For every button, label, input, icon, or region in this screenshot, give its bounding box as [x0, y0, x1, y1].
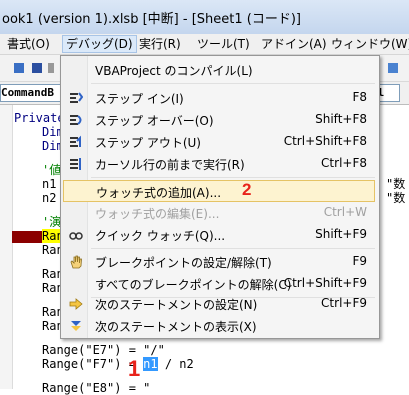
menu-item-label: VBAProject のコンパイル(L) — [95, 64, 253, 78]
step-out-icon — [69, 135, 83, 149]
menu-item-compile[interactable]: VBAProject のコンパイル(L) — [63, 59, 375, 81]
menu-item-label: ステップ イン(I) — [95, 92, 184, 106]
menu-item-add-watch[interactable]: ウォッチ式の追加(A)... 2 — [63, 180, 375, 202]
code-line: Range("F7") = n1 / n2 — [42, 357, 194, 371]
step-over-icon — [69, 113, 83, 127]
menu-item-label: クイック ウォッチ(Q)... — [95, 229, 226, 243]
hand-icon — [69, 255, 83, 269]
menu-item-label: 次のステートメントの表示(X) — [95, 320, 257, 334]
code-line: Range("E7") = "/" — [42, 343, 165, 357]
menu-item-show-next-statement[interactable]: 次のステートメントの表示(X) — [63, 315, 375, 337]
menu-item-label: ステップ オーバー(O) — [95, 114, 214, 128]
menu-format[interactable]: 書式(O) — [4, 36, 53, 52]
menu-item-step-over[interactable]: ステップ オーバー(O) Shift+F8 — [63, 109, 375, 131]
show-next-icon — [69, 319, 83, 333]
save-icon[interactable] — [14, 63, 24, 73]
code-line: Range("E8") = " — [42, 381, 151, 395]
margin-indicator-bar[interactable] — [0, 105, 13, 389]
menu-item-shortcut: Shift+F8 — [315, 112, 367, 126]
menu-item-toggle-breakpoint[interactable]: ブレークポイントの設定/解除(T) F9 — [63, 251, 375, 273]
code-line: Private — [14, 111, 65, 125]
menu-item-shortcut: Shift+F9 — [315, 227, 367, 241]
code-line: n1 — [42, 177, 57, 191]
code-line-tail: "数 — [386, 191, 406, 205]
step-into-icon — [69, 91, 84, 105]
window-title: ook1 (version 1).xlsb [中断] - [Sheet1 (コー… — [2, 12, 301, 27]
code-line: '値 — [42, 163, 62, 177]
menu-item-run-to-cursor[interactable]: カーソル行の前まで実行(R) Ctrl+F8 — [63, 153, 375, 175]
menu-item-shortcut: Ctrl+Shift+F9 — [283, 276, 367, 290]
menu-bar: 書式(O) デバッグ(D) 実行(R) ツール(T) アドイン(A) ウィンドウ… — [0, 34, 409, 55]
title-bar: ook1 (version 1).xlsb [中断] - [Sheet1 (コー… — [0, 0, 409, 35]
breakpoint-marker — [12, 231, 42, 243]
glasses-icon — [69, 228, 83, 242]
menu-separator — [91, 177, 375, 178]
run-to-cursor-icon — [69, 157, 83, 171]
menu-separator — [91, 248, 375, 249]
menu-item-label: カーソル行の前まで実行(R) — [95, 158, 245, 172]
menu-item-edit-watch[interactable]: ウォッチ式の編集(E)... Ctrl+W — [63, 202, 375, 224]
separator-icon — [48, 63, 54, 73]
selected-variable[interactable]: n1 — [143, 357, 158, 371]
menu-item-shortcut: Ctrl+W — [323, 205, 367, 219]
menu-item-clear-all-breakpoints[interactable]: すべてのブレークポイントの解除(C) Ctrl+Shift+F9 — [63, 273, 375, 295]
menu-item-label: ステップ アウト(U) — [95, 136, 201, 150]
menu-item-label: ウォッチ式の編集(E)... — [95, 207, 220, 221]
debug-menu: VBAProject のコンパイル(L) ステップ イン(I) F8 ステップ … — [60, 55, 380, 339]
menu-separator — [91, 83, 375, 84]
menu-run[interactable]: 実行(R) — [136, 36, 184, 52]
annotation-step-1: 1 — [128, 356, 141, 381]
code-text: / n2 — [157, 357, 194, 371]
menu-item-shortcut: F9 — [352, 254, 367, 268]
object-browser-icon[interactable] — [388, 63, 398, 73]
menu-item-step-into[interactable]: ステップ イン(I) F8 — [63, 87, 375, 109]
menu-item-shortcut: Ctrl+F8 — [321, 156, 367, 170]
menu-item-set-next-statement[interactable]: 次のステートメントの設定(N) Ctrl+F9 — [63, 293, 375, 315]
code-line-tail: "数 — [386, 177, 406, 191]
object-combo[interactable]: CommandB — [0, 84, 64, 102]
arrow-right-icon — [69, 297, 83, 311]
menu-item-shortcut: F8 — [352, 90, 367, 104]
menu-item-label: ブレークポイントの設定/解除(T) — [95, 256, 272, 270]
code-line: '演 — [42, 215, 62, 229]
menu-tools[interactable]: ツール(T) — [194, 36, 253, 52]
menu-item-label: すべてのブレークポイントの解除(C) — [95, 278, 292, 292]
menu-item-quick-watch[interactable]: クイック ウォッチ(Q)... Shift+F9 — [63, 224, 375, 246]
menu-item-label: 次のステートメントの設定(N) — [95, 298, 258, 312]
stop-icon[interactable] — [32, 63, 42, 73]
annotation-step-2: 2 — [242, 180, 252, 199]
code-line: n2 — [42, 191, 57, 205]
menu-item-shortcut: Ctrl+Shift+F8 — [283, 134, 367, 148]
menu-item-shortcut: Ctrl+F9 — [321, 296, 367, 310]
menu-debug[interactable]: デバッグ(D) — [62, 35, 137, 53]
menu-item-step-out[interactable]: ステップ アウト(U) Ctrl+Shift+F8 — [63, 131, 375, 153]
menu-item-label: ウォッチ式の追加(A)... — [96, 186, 222, 200]
menu-addins[interactable]: アドイン(A) — [258, 36, 330, 52]
menu-window[interactable]: ウィンドウ(W) — [328, 36, 409, 52]
